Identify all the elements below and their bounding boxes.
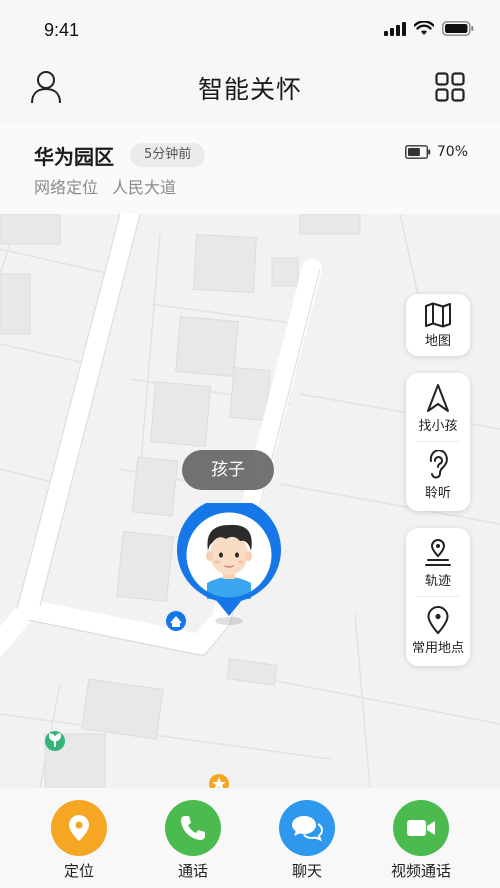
- track-places-panel: 轨迹 常用地点: [406, 528, 470, 666]
- child-location-pin[interactable]: [174, 503, 284, 627]
- locate-circle: [51, 800, 107, 856]
- tab-chat[interactable]: 聊天: [257, 800, 357, 881]
- grid-icon[interactable]: [435, 72, 465, 102]
- common-places-label: 常用地点: [411, 641, 464, 656]
- battery-icon: [404, 145, 431, 159]
- nav-bar: 智能关怀: [0, 58, 500, 122]
- wifi-icon: [414, 21, 434, 35]
- map-button-label: 地图: [424, 334, 451, 349]
- location-method: 网络定位: [34, 178, 99, 197]
- tab-call[interactable]: 通话: [143, 800, 243, 881]
- page-title: 智能关怀: [197, 75, 302, 104]
- time-badge: 5分钟前: [130, 143, 206, 167]
- chat-circle: [279, 800, 335, 856]
- track-label: 轨迹: [424, 574, 451, 589]
- child-label-bubble: 孩子: [182, 450, 274, 490]
- location-details: 网络定位 人民大道: [34, 174, 176, 198]
- tab-call-label: 通话: [177, 862, 208, 880]
- map-button[interactable]: 地图: [406, 294, 470, 356]
- battery-percent: 70%: [436, 144, 468, 160]
- call-circle: [165, 800, 221, 856]
- track-icon: [425, 538, 451, 566]
- status-icons: [384, 21, 474, 36]
- status-battery-icon: [442, 21, 474, 36]
- location-name: 华为园区: [34, 145, 114, 169]
- map-icon: [425, 302, 451, 328]
- find-child-button[interactable]: 找小孩: [406, 373, 470, 441]
- track-button[interactable]: 轨迹: [406, 528, 470, 596]
- location-info-card: 华为园区 5分钟前 70% 网络定位 人民大道: [0, 122, 500, 214]
- child-avatar: [206, 524, 252, 599]
- phone-icon: [181, 816, 205, 840]
- chat-icon: [292, 816, 323, 842]
- tab-video-call[interactable]: 视频通话: [371, 800, 471, 881]
- common-places-button[interactable]: 常用地点: [406, 597, 470, 665]
- tab-locate-label: 定位: [63, 862, 94, 880]
- video-circle: [393, 800, 449, 856]
- tab-locate[interactable]: 定位: [29, 800, 129, 881]
- find-child-label: 找小孩: [418, 419, 458, 434]
- status-time: 9:41: [44, 20, 80, 40]
- map-view[interactable]: 孩子 地图 找小孩 聆听 轨迹 常用地点: [0, 214, 500, 788]
- listen-button[interactable]: 聆听: [406, 442, 470, 510]
- map-panel: 地图: [406, 294, 470, 356]
- tab-chat-label: 聊天: [291, 862, 322, 880]
- ear-icon: [429, 450, 448, 479]
- bottom-tab-bar: 定位 通话 聊天 视频通话: [0, 788, 500, 888]
- location-street: 人民大道: [112, 178, 177, 197]
- status-bar: 9:41: [0, 0, 500, 58]
- find-listen-panel: 找小孩 聆听: [406, 373, 470, 511]
- tab-video-call-label: 视频通话: [390, 862, 451, 880]
- video-icon: [407, 820, 435, 836]
- navigation-icon: [427, 384, 449, 412]
- location-pin-icon: [427, 605, 449, 635]
- listen-label: 聆听: [424, 486, 451, 501]
- signal-icon: [384, 21, 406, 36]
- device-battery: 70%: [404, 144, 468, 160]
- locate-icon: [69, 815, 89, 841]
- park-poi-icon[interactable]: [45, 731, 65, 751]
